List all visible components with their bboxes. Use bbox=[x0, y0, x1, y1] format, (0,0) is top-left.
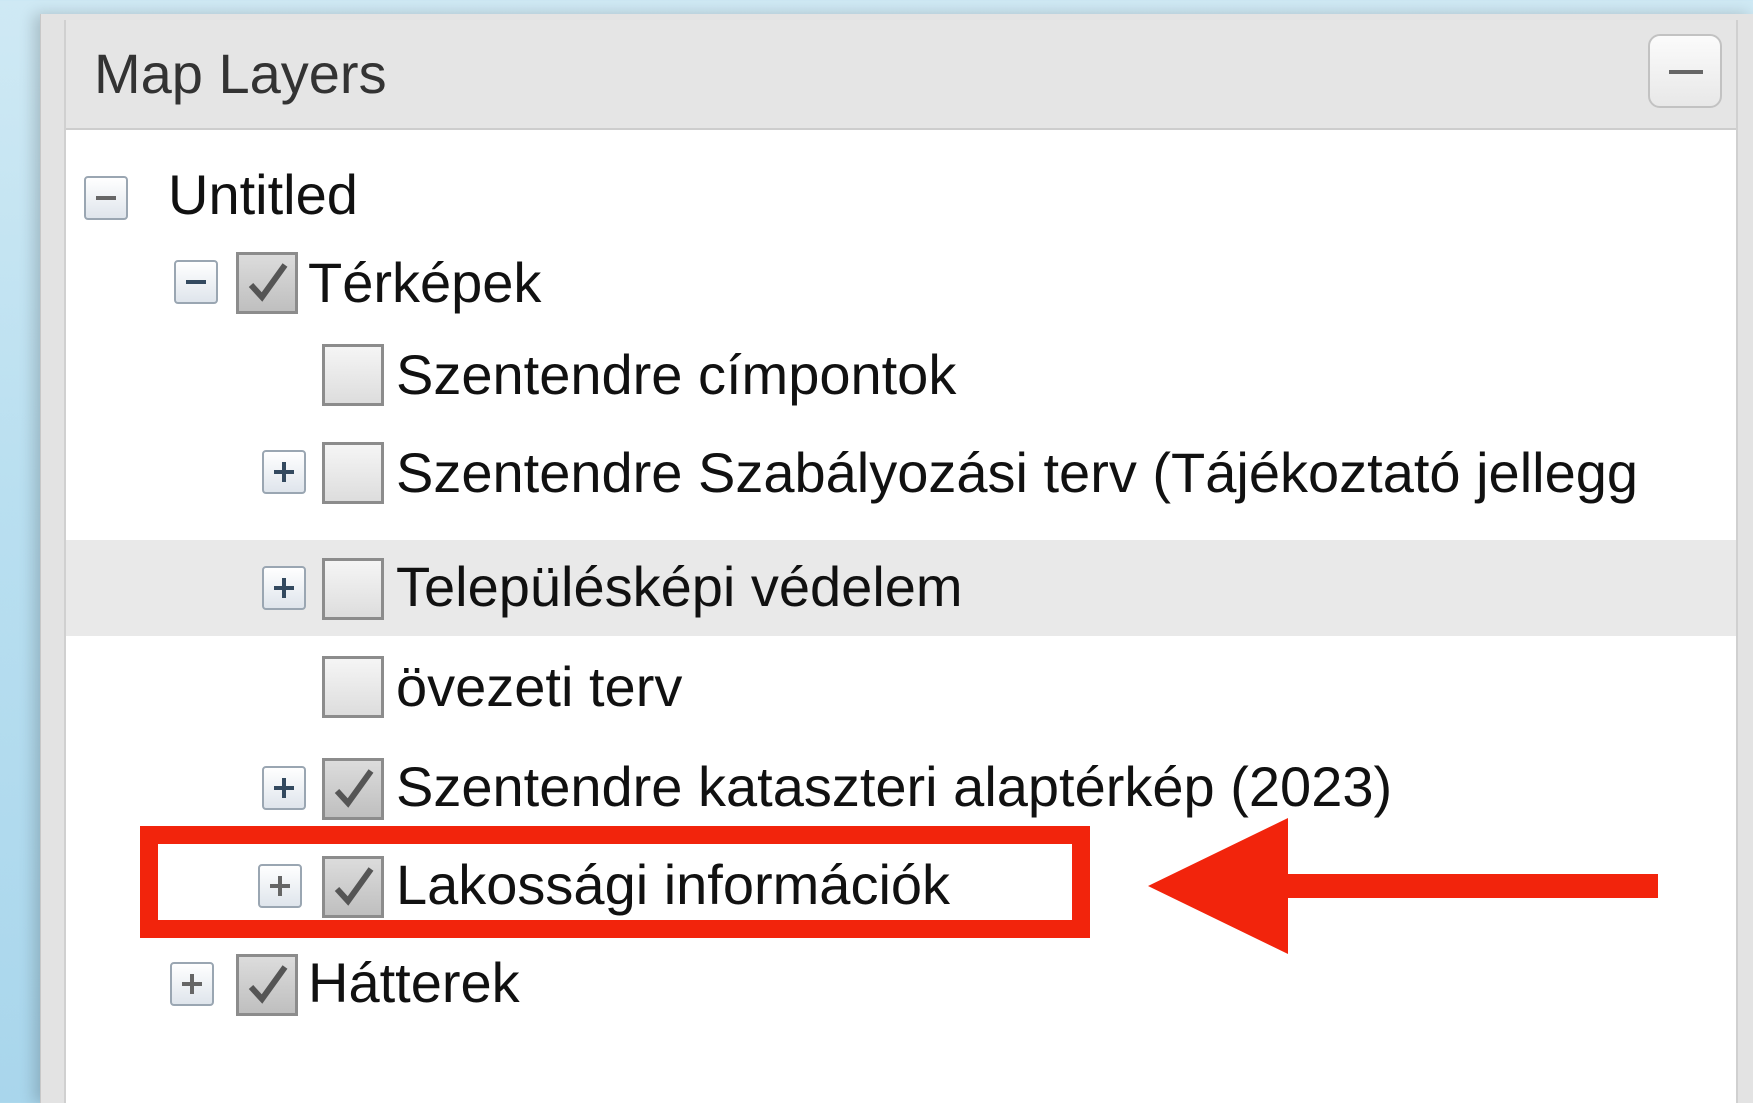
expand-icon[interactable] bbox=[262, 566, 306, 610]
tree-node-cimpontok: Szentendre címpontok bbox=[66, 328, 1736, 424]
tree-node-szabalyozasi-terv: Szentendre Szabályozási terv (Tájékoztat… bbox=[66, 424, 1736, 520]
layer-checkbox[interactable] bbox=[322, 442, 384, 504]
layer-checkbox[interactable] bbox=[322, 558, 384, 620]
checkmark-icon bbox=[248, 263, 288, 302]
panel-title: Map Layers bbox=[94, 42, 387, 105]
expand-icon[interactable] bbox=[262, 766, 306, 810]
layer-checkbox[interactable] bbox=[236, 954, 298, 1016]
tree-node-label[interactable]: Szentendre Szabályozási terv (Tájékoztat… bbox=[396, 440, 1638, 506]
tree-node-ovezeti-terv: övezeti terv bbox=[66, 646, 1736, 742]
tree-node-terkepek: Térképek bbox=[66, 232, 1736, 328]
collapse-panel-button[interactable] bbox=[1648, 34, 1722, 108]
tree-node-label[interactable]: Hátterek bbox=[308, 950, 520, 1016]
annotation-arrow-icon bbox=[1148, 818, 1658, 954]
collapse-icon[interactable] bbox=[174, 260, 218, 304]
checkmark-icon bbox=[248, 965, 288, 1004]
tree-node-label[interactable]: Szentendre kataszteri alaptérkép (2023) bbox=[396, 754, 1392, 820]
tree-node-untitled: Untitled bbox=[66, 128, 1736, 226]
tree-node-label[interactable]: Településképi védelem bbox=[396, 554, 963, 620]
tree-node-label[interactable]: Térképek bbox=[308, 250, 541, 316]
minus-icon bbox=[1669, 70, 1703, 74]
layer-checkbox[interactable] bbox=[322, 758, 384, 820]
panel-header: Map Layers bbox=[66, 20, 1736, 130]
expand-icon[interactable] bbox=[262, 450, 306, 494]
tree-node-telepuleskepi-vedelem: Településképi védelem bbox=[66, 540, 1736, 636]
tree-node-label[interactable]: övezeti terv bbox=[396, 654, 682, 720]
layer-checkbox[interactable] bbox=[236, 252, 298, 314]
layer-checkbox[interactable] bbox=[322, 344, 384, 406]
tree-node-label[interactable]: Untitled bbox=[168, 162, 358, 228]
collapse-icon[interactable] bbox=[84, 176, 128, 220]
layer-checkbox[interactable] bbox=[322, 656, 384, 718]
checkmark-icon bbox=[334, 769, 374, 808]
annotation-highlight-box bbox=[140, 826, 1090, 938]
tree-node-label[interactable]: Szentendre címpontok bbox=[396, 342, 956, 408]
expand-icon[interactable] bbox=[170, 962, 214, 1006]
